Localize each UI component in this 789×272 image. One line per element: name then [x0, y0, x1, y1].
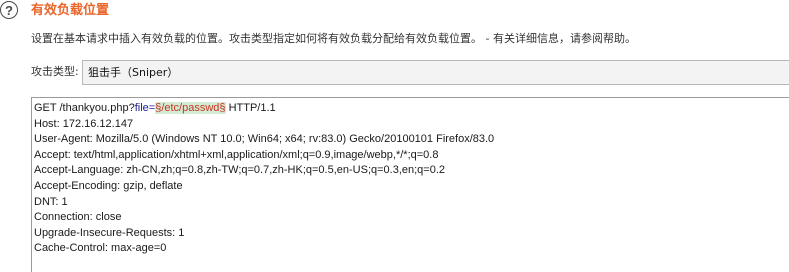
request-protocol: HTTP/1.1 [225, 102, 276, 114]
header-line-cache-control: Cache-Control: max-age=0 [34, 242, 167, 255]
header-line-connection: Connection: close [34, 211, 122, 224]
header-line-dnt: DNT: 1 [34, 195, 68, 208]
request-line: GET /thankyou.php?file=§/etc/passwd§ HTT… [34, 101, 789, 117]
attack-type-select[interactable]: 狙击手（Sniper） [82, 60, 789, 85]
header-line-accept-encoding: Accept-Encoding: gzip, deflate [34, 179, 183, 192]
header-line-accept: Accept: text/html,application/xhtml+xml,… [34, 148, 439, 161]
help-icon[interactable]: ? [0, 1, 18, 19]
request-editor[interactable]: GET /thankyou.php?file=§/etc/passwd§ HTT… [31, 97, 789, 272]
header-line-upgrade-insecure: Upgrade-Insecure-Requests: 1 [34, 226, 185, 239]
header-line-host: Host: 172.16.12.147 [34, 117, 134, 130]
request-method-path: GET /thankyou.php? [34, 102, 135, 114]
section-title: 有效负载位置 [31, 3, 110, 18]
payload-positions-panel: ? 有效负载位置 设置在基本请求中插入有效负载的位置。攻击类型指定如何将有效负载… [0, 0, 789, 272]
param-name: file [134, 102, 149, 114]
payload-position-marker[interactable]: §/etc/passwd§ [155, 102, 226, 114]
header-line-user-agent: User-Agent: Mozilla/5.0 (Windows NT 10.0… [34, 133, 495, 146]
header-line-accept-language: Accept-Language: zh-CN,zh;q=0.8,zh-TW;q=… [34, 164, 446, 177]
section-description: 设置在基本请求中插入有效负载的位置。攻击类型指定如何将有效负载分配给有效负载位置… [31, 32, 636, 45]
attack-type-label: 攻击类型: [31, 65, 79, 78]
